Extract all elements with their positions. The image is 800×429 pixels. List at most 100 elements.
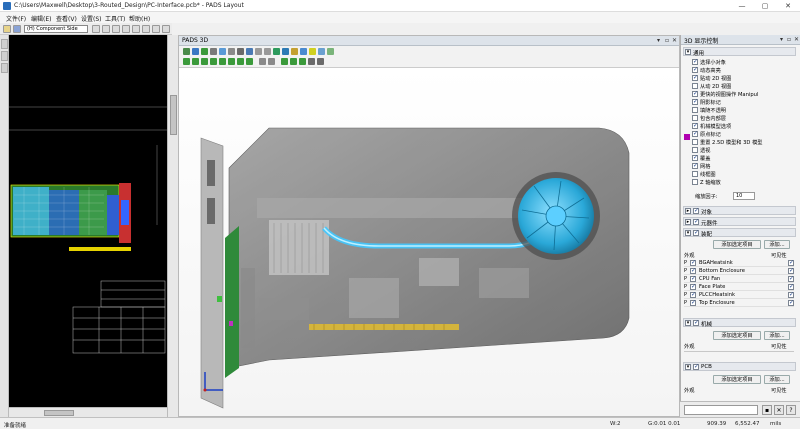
option-checkbox[interactable] (692, 74, 698, 81)
pcb-horizontal-scrollbar[interactable] (9, 407, 167, 417)
save-icon[interactable] (13, 25, 21, 33)
pan-icon[interactable] (282, 48, 289, 55)
option-row[interactable]: 填随不透明 (692, 106, 796, 114)
panel-float-icon[interactable]: ▫ (787, 36, 791, 43)
menu-help[interactable]: 帮助(H) (129, 14, 150, 23)
pin-icon[interactable]: ▾ (657, 37, 660, 44)
view-left-icon[interactable] (219, 58, 226, 65)
open-folder-icon[interactable] (3, 25, 11, 33)
box-icon[interactable] (228, 48, 235, 55)
assembly-item-checkbox[interactable] (690, 259, 696, 266)
scroll-thumb[interactable] (44, 410, 74, 416)
add-button[interactable]: 添加... (764, 240, 790, 249)
option-row[interactable]: 机械模型选项 (692, 122, 796, 130)
measure-icon[interactable] (291, 48, 298, 55)
view-bottom-icon[interactable] (192, 58, 199, 65)
assembly-item-checkbox[interactable] (690, 291, 696, 298)
collapse-toggle-icon[interactable]: ▾ (685, 49, 691, 55)
scale-factor-select[interactable]: 10 (733, 192, 755, 200)
menu-setup[interactable]: 设置(S) (81, 14, 102, 23)
option-checkbox[interactable] (692, 171, 698, 177)
assembly-item[interactable]: P Face Plate (684, 283, 794, 291)
save-preset-icon[interactable]: ▪ (762, 405, 772, 415)
cut-icon[interactable] (102, 25, 110, 33)
assembly-item[interactable]: P BGAHeatsink (684, 259, 794, 267)
add-button[interactable]: 添加... (764, 331, 790, 340)
dock-tab-2[interactable] (1, 51, 8, 61)
add-button[interactable]: 添加... (764, 375, 790, 384)
section-pcb-checkbox[interactable] (693, 363, 699, 370)
fit-selection-icon[interactable] (268, 58, 275, 65)
pads-3d-view[interactable]: PADS 3D ▾ ▫ ✕ (178, 35, 680, 417)
section-components[interactable]: ▸ 元器件 (683, 217, 796, 227)
option-checkbox[interactable] (692, 58, 698, 65)
print-icon[interactable] (237, 48, 244, 55)
pcb-2d-view[interactable] (9, 35, 167, 407)
undo-icon[interactable] (132, 25, 140, 33)
section-components-checkbox[interactable] (693, 218, 699, 225)
rotate-y-icon[interactable] (290, 58, 297, 65)
collapse-toggle-icon[interactable]: ▾ (685, 230, 691, 236)
section-pcb[interactable]: ▾ PCB (683, 362, 796, 371)
section-assembly[interactable]: ▾ 装配 (683, 228, 796, 238)
section-mechanical-checkbox[interactable] (693, 319, 699, 326)
visibility-checkbox[interactable] (788, 299, 794, 306)
section-assembly-checkbox[interactable] (693, 229, 699, 236)
option-checkbox[interactable] (692, 130, 698, 137)
copy-icon[interactable] (112, 25, 120, 33)
zoom-out-icon[interactable] (264, 48, 271, 55)
panel-pin-icon[interactable]: ▾ (780, 36, 783, 43)
rotate-icon[interactable] (210, 48, 217, 55)
layers-icon[interactable] (219, 48, 226, 55)
option-row[interactable]: 原点标记 (692, 130, 796, 138)
dock-tab-3[interactable] (1, 63, 8, 73)
assembly-item[interactable]: P Bottom Enclosure (684, 267, 794, 275)
assembly-item-checkbox[interactable] (690, 283, 696, 290)
play-icon[interactable] (201, 48, 208, 55)
option-checkbox[interactable] (692, 90, 698, 97)
expand-toggle-icon[interactable]: ▸ (685, 208, 691, 214)
section-objects[interactable]: ▸ 对象 (683, 206, 796, 216)
layer-icon[interactable] (92, 25, 100, 33)
zoom-icon[interactable] (152, 25, 160, 33)
redo-view-icon[interactable] (317, 58, 324, 65)
option-row[interactable]: Z 轴缩放 (692, 178, 796, 186)
menu-edit[interactable]: 编辑(E) (31, 14, 51, 23)
redo-icon[interactable] (142, 25, 150, 33)
view-iso-icon[interactable] (237, 58, 244, 65)
minimize-button[interactable]: — (732, 1, 752, 11)
collapse-toggle-icon[interactable]: ▾ (685, 320, 691, 326)
rotate-x-icon[interactable] (281, 58, 288, 65)
settings-icon[interactable] (162, 25, 170, 33)
option-checkbox[interactable] (692, 115, 698, 121)
3d-scene[interactable] (179, 68, 679, 416)
option-row[interactable]: 从动 2D 视图 (692, 82, 796, 90)
cursor-icon[interactable] (192, 48, 199, 55)
menu-file[interactable]: 文件(F) (6, 14, 26, 23)
maximize-button[interactable]: ▢ (755, 1, 775, 11)
menu-view[interactable]: 查看(V) (56, 14, 77, 23)
option-checkbox[interactable] (692, 66, 698, 73)
help-icon[interactable]: ? (786, 405, 796, 415)
close-button[interactable]: ✕ (778, 1, 798, 11)
assembly-item[interactable]: P CPU Fan (684, 275, 794, 283)
add-selected-button[interactable]: 添加选定项目 (713, 240, 761, 249)
view-back-icon[interactable] (210, 58, 217, 65)
option-row[interactable]: 重置 2.5D 模型和 3D 模型 (692, 138, 796, 146)
option-checkbox[interactable] (692, 179, 698, 185)
visibility-checkbox[interactable] (788, 259, 794, 266)
option-checkbox[interactable] (692, 147, 698, 153)
option-checkbox[interactable] (692, 107, 698, 113)
home-view-icon[interactable] (183, 48, 190, 55)
assembly-item[interactable]: P PLCCHeatsink (684, 291, 794, 299)
option-row[interactable]: 贴动 2D 视图 (692, 74, 796, 82)
panel-close-icon[interactable]: ✕ (794, 36, 799, 43)
export-icon[interactable] (246, 48, 253, 55)
section-general[interactable]: ▾ 通用 (683, 47, 796, 57)
assembly-item[interactable]: P Top Enclosure (684, 299, 794, 307)
layer-select[interactable]: (H) Component Side (24, 25, 88, 33)
view-top-icon[interactable] (183, 58, 190, 65)
view-iso2-icon[interactable] (246, 58, 253, 65)
option-row[interactable]: 包含内部层 (692, 114, 796, 122)
view-front-icon[interactable] (201, 58, 208, 65)
